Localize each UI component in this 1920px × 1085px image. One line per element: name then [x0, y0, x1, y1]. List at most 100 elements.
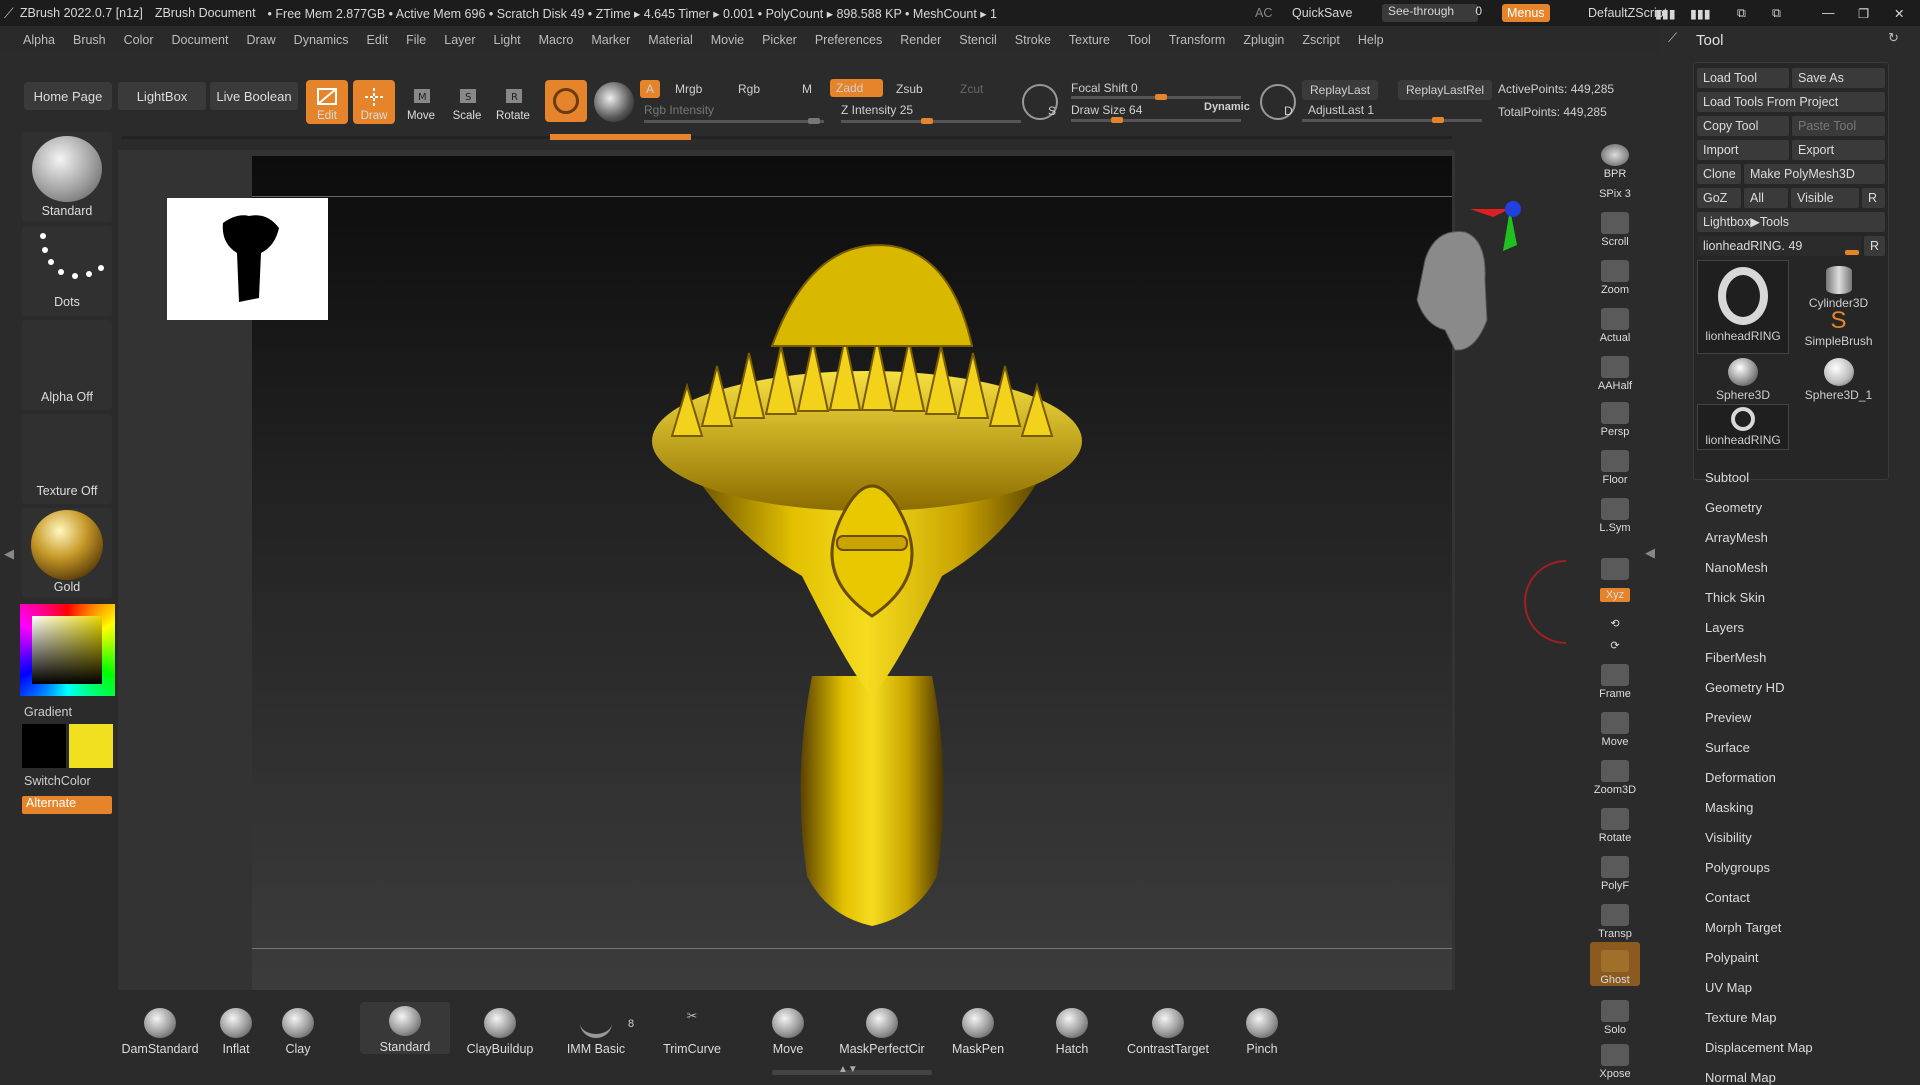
menu-zscript[interactable]: Zscript — [1293, 33, 1349, 47]
menu-help[interactable]: Help — [1349, 33, 1393, 47]
right-collapse-arrow-icon[interactable]: ◀ — [1645, 545, 1655, 561]
all-button[interactable]: All — [1744, 188, 1788, 208]
minimize-icon[interactable]: — — [1822, 6, 1835, 20]
secondary-color-swatch[interactable] — [69, 724, 113, 768]
copy-tool-button[interactable]: Copy Tool — [1697, 116, 1789, 136]
menu-stroke[interactable]: Stroke — [1006, 33, 1060, 47]
bpr-button[interactable]: BPR — [1590, 136, 1640, 180]
quicksave-button[interactable]: QuickSave — [1292, 6, 1352, 20]
menu-color[interactable]: Color — [115, 33, 163, 47]
menu-tool[interactable]: Tool — [1119, 33, 1160, 47]
section-contact[interactable]: Contact — [1705, 890, 1750, 905]
import-button[interactable]: Import — [1697, 140, 1789, 160]
section-nanomesh[interactable]: NanoMesh — [1705, 560, 1768, 575]
adjust-last-slider[interactable] — [1302, 117, 1482, 123]
rotate-view-button[interactable]: Rotate — [1590, 800, 1640, 844]
menu-edit[interactable]: Edit — [358, 33, 398, 47]
spix-slider[interactable]: SPix 3 — [1590, 178, 1640, 200]
section-displacement-map[interactable]: Displacement Map — [1705, 1040, 1813, 1055]
alternate-button[interactable]: Alternate — [22, 796, 112, 814]
live-boolean-button[interactable]: Live Boolean — [210, 82, 298, 110]
menu-brush[interactable]: Brush — [64, 33, 115, 47]
shelf-toggle-icon[interactable]: ▲▼ — [838, 1064, 858, 1075]
section-preview[interactable]: Preview — [1705, 710, 1751, 725]
left-collapse-arrow-icon[interactable]: ◀ — [4, 546, 14, 562]
see-through-slider[interactable]: See-through 0 — [1382, 4, 1482, 22]
dynamic-button[interactable]: Dynamic — [1204, 101, 1250, 113]
brush-claybuildup[interactable]: ClayBuildup — [458, 1008, 542, 1056]
lsym-button[interactable]: L.Sym — [1590, 490, 1640, 534]
brush-move[interactable]: Move — [746, 1008, 830, 1056]
menu-marker[interactable]: Marker — [582, 33, 639, 47]
rgb-button[interactable]: Rgb — [738, 82, 760, 96]
stroke-slot[interactable]: Dots — [22, 226, 112, 316]
transp-button[interactable]: Transp — [1590, 896, 1640, 940]
home-page-button[interactable]: Home Page — [24, 82, 112, 110]
rotate-mode-button[interactable]: R Rotate — [492, 80, 534, 124]
focal-shift-slider[interactable] — [1071, 94, 1241, 100]
menu-transform[interactable]: Transform — [1160, 33, 1235, 47]
menus-button[interactable]: Menus — [1502, 4, 1550, 22]
section-subtool[interactable]: Subtool — [1705, 470, 1749, 485]
zoom-button[interactable]: Zoom — [1590, 252, 1640, 296]
brush-maskpen[interactable]: MaskPen — [936, 1008, 1020, 1056]
lock-button[interactable] — [1590, 538, 1640, 582]
zcut-button[interactable]: Zcut — [960, 82, 983, 96]
layout-icon[interactable]: ▮▮▮ — [1655, 6, 1676, 21]
brush-slot[interactable]: Standard — [22, 132, 112, 222]
export-button[interactable]: Export — [1792, 140, 1885, 160]
window-icon[interactable]: ⧉ — [1737, 6, 1746, 21]
menu-macro[interactable]: Macro — [530, 33, 583, 47]
menu-zplugin[interactable]: Zplugin — [1234, 33, 1293, 47]
zsub-button[interactable]: Zsub — [896, 82, 923, 96]
section-uv-map[interactable]: UV Map — [1705, 980, 1752, 995]
polyf-button[interactable]: PolyF — [1590, 848, 1640, 892]
window-alt-icon[interactable]: ⧉ — [1772, 6, 1781, 21]
m-button[interactable]: M — [802, 82, 812, 96]
material-slot[interactable]: Gold — [22, 508, 112, 598]
visible-button[interactable]: Visible — [1791, 188, 1859, 208]
tool-thumb-cylinder3d[interactable]: Cylinder3D — [1792, 260, 1885, 310]
menu-alpha[interactable]: Alpha — [14, 33, 64, 47]
menu-dynamics[interactable]: Dynamics — [285, 33, 358, 47]
axis-gizmo-icon[interactable] — [1465, 195, 1535, 265]
section-deformation[interactable]: Deformation — [1705, 770, 1776, 785]
brush-clay[interactable]: Clay — [264, 1008, 332, 1056]
lightbox-button[interactable]: LightBox — [118, 82, 206, 110]
make-polymesh3d-button[interactable]: Make PolyMesh3D — [1744, 164, 1885, 184]
section-polygroups[interactable]: Polygroups — [1705, 860, 1770, 875]
draw-size-slider[interactable] — [1071, 117, 1241, 123]
replay-last-rel-button[interactable]: ReplayLastRel — [1398, 80, 1493, 100]
switch-color-button[interactable]: SwitchColor — [24, 774, 91, 788]
draw-button[interactable]: Draw — [353, 80, 395, 124]
save-as-button[interactable]: Save As — [1792, 68, 1885, 88]
menu-movie[interactable]: Movie — [702, 33, 753, 47]
brush-pinch[interactable]: Pinch — [1220, 1008, 1304, 1056]
primary-color-swatch[interactable] — [22, 724, 66, 768]
brush-inflat[interactable]: Inflat — [202, 1008, 270, 1056]
close-icon[interactable]: ✕ — [1894, 6, 1904, 21]
menu-file[interactable]: File — [397, 33, 435, 47]
rotate-z-button[interactable]: ⟳ — [1590, 630, 1640, 652]
reset-icon[interactable]: ↻ — [1888, 30, 1899, 46]
scale-mode-button[interactable]: S Scale — [446, 80, 488, 124]
tool-thumb-simplebrush[interactable]: S SimpleBrush — [1792, 308, 1885, 354]
a-button[interactable]: A — [640, 80, 661, 98]
current-tool-slider[interactable]: lionheadRING. 49 — [1697, 236, 1861, 256]
load-tools-from-project-button[interactable]: Load Tools From Project — [1697, 92, 1885, 112]
current-tool-r-button[interactable]: R — [1864, 236, 1885, 256]
brush-contrasttarget[interactable]: ContrastTarget — [1118, 1008, 1218, 1056]
load-tool-button[interactable]: Load Tool — [1697, 68, 1789, 88]
replay-last-button[interactable]: ReplayLast — [1302, 80, 1379, 100]
tool-thumb-lionheadring-2[interactable]: lionheadRING — [1697, 404, 1789, 450]
material-sphere-icon[interactable] — [545, 80, 587, 122]
zadd-button[interactable]: Zadd — [830, 79, 884, 97]
move-mode-button[interactable]: M Move — [400, 80, 442, 124]
section-fibermesh[interactable]: FiberMesh — [1705, 650, 1766, 665]
frame-button[interactable]: Frame — [1590, 656, 1640, 700]
zoom3d-button[interactable]: Zoom3D — [1590, 752, 1640, 796]
r-button[interactable]: R — [1862, 188, 1885, 208]
tool-thumb-lionheadring[interactable]: lionheadRING — [1697, 260, 1789, 354]
move-view-button[interactable]: Move — [1590, 704, 1640, 748]
section-normal-map[interactable]: Normal Map — [1705, 1070, 1776, 1085]
